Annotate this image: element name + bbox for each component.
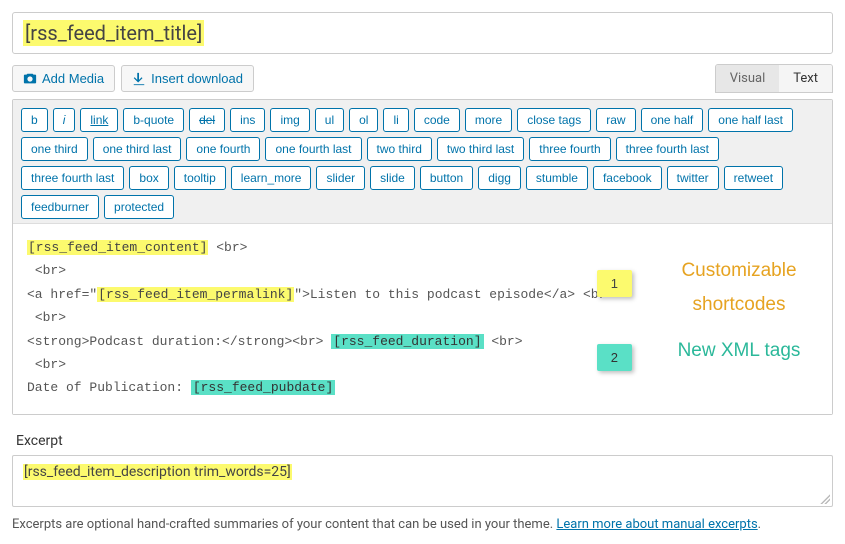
qt-ol[interactable]: ol [349,108,378,132]
badge-1: 1 [597,270,632,297]
qt-three-fourth-last[interactable]: three fourth last [616,137,719,161]
qt-stumble[interactable]: stumble [526,166,588,190]
qt-slider[interactable]: slider [316,166,365,190]
media-row: Add Media Insert download VisualText [12,64,833,93]
qt-slide[interactable]: slide [370,166,415,190]
qt-one-half[interactable]: one half [641,108,704,132]
add-media-label: Add Media [42,71,104,86]
qt-three-fourth-last[interactable]: three fourth last [21,166,124,190]
qt-two-third[interactable]: two third [367,137,432,161]
qt-twitter[interactable]: twitter [667,166,719,190]
excerpt-shortcode: [rss_feed_item_description trim_words=25… [23,464,292,480]
qt-one-third-last[interactable]: one third last [93,137,182,161]
annotation-custom-shortcodes: Customizable shortcodes [664,254,814,322]
editor: bilinkb-quotedelinsimgulollicodemoreclos… [12,99,833,415]
qt-del[interactable]: del [189,108,225,132]
quicktags-toolbar: bilinkb-quotedelinsimgulollicodemoreclos… [13,100,832,224]
title-shortcode: [rss_feed_item_title] [23,20,204,46]
qt-one-half-last[interactable]: one half last [708,108,793,132]
qt-b[interactable]: b [21,108,48,132]
qt-link[interactable]: link [80,108,118,132]
qt-two-third-last[interactable]: two third last [437,137,524,161]
qt-b-quote[interactable]: b-quote [123,108,184,132]
qt-box[interactable]: box [129,166,168,190]
annotation-new-xml-tags: New XML tags [664,334,814,368]
insert-download-label: Insert download [151,71,243,86]
editor-textarea[interactable]: [rss_feed_item_content] <br> <br> <a hre… [13,224,832,414]
qt-three-fourth[interactable]: three fourth [529,137,610,161]
badge-2: 2 [597,344,632,371]
qt-code[interactable]: code [414,108,460,132]
sc-pubdate: [rss_feed_pubdate] [191,380,335,395]
qt-ul[interactable]: ul [315,108,344,132]
qt-facebook[interactable]: facebook [593,166,662,190]
editor-tabs: VisualText [715,64,833,93]
qt-li[interactable]: li [383,108,408,132]
qt-raw[interactable]: raw [596,108,635,132]
camera-icon [23,72,37,86]
qt-one-third[interactable]: one third [21,137,88,161]
qt-more[interactable]: more [465,108,512,132]
sc-permalink: [rss_feed_item_permalink] [97,287,294,302]
sc-content: [rss_feed_item_content] [27,240,208,255]
qt-ins[interactable]: ins [230,108,265,132]
qt-retweet[interactable]: retweet [724,166,783,190]
excerpt-textarea[interactable]: [rss_feed_item_description trim_words=25… [12,455,833,507]
qt-button[interactable]: button [420,166,473,190]
post-title-input[interactable]: [rss_feed_item_title] [12,12,833,54]
qt-i[interactable]: i [53,108,76,132]
tab-text[interactable]: Text [779,65,832,92]
sc-duration: [rss_feed_duration] [331,334,483,349]
tab-visual[interactable]: Visual [716,65,780,92]
qt-tooltip[interactable]: tooltip [174,166,226,190]
qt-learn_more[interactable]: learn_more [231,166,312,190]
qt-protected[interactable]: protected [104,195,174,219]
qt-img[interactable]: img [270,108,309,132]
qt-digg[interactable]: digg [478,166,521,190]
qt-one-fourth[interactable]: one fourth [186,137,260,161]
insert-download-button[interactable]: Insert download [121,65,254,92]
add-media-button[interactable]: Add Media [12,65,115,92]
qt-close-tags[interactable]: close tags [517,108,591,132]
qt-one-fourth-last[interactable]: one fourth last [265,137,361,161]
download-icon [132,72,146,86]
qt-feedburner[interactable]: feedburner [21,195,99,219]
excerpt-label: Excerpt [16,433,833,449]
